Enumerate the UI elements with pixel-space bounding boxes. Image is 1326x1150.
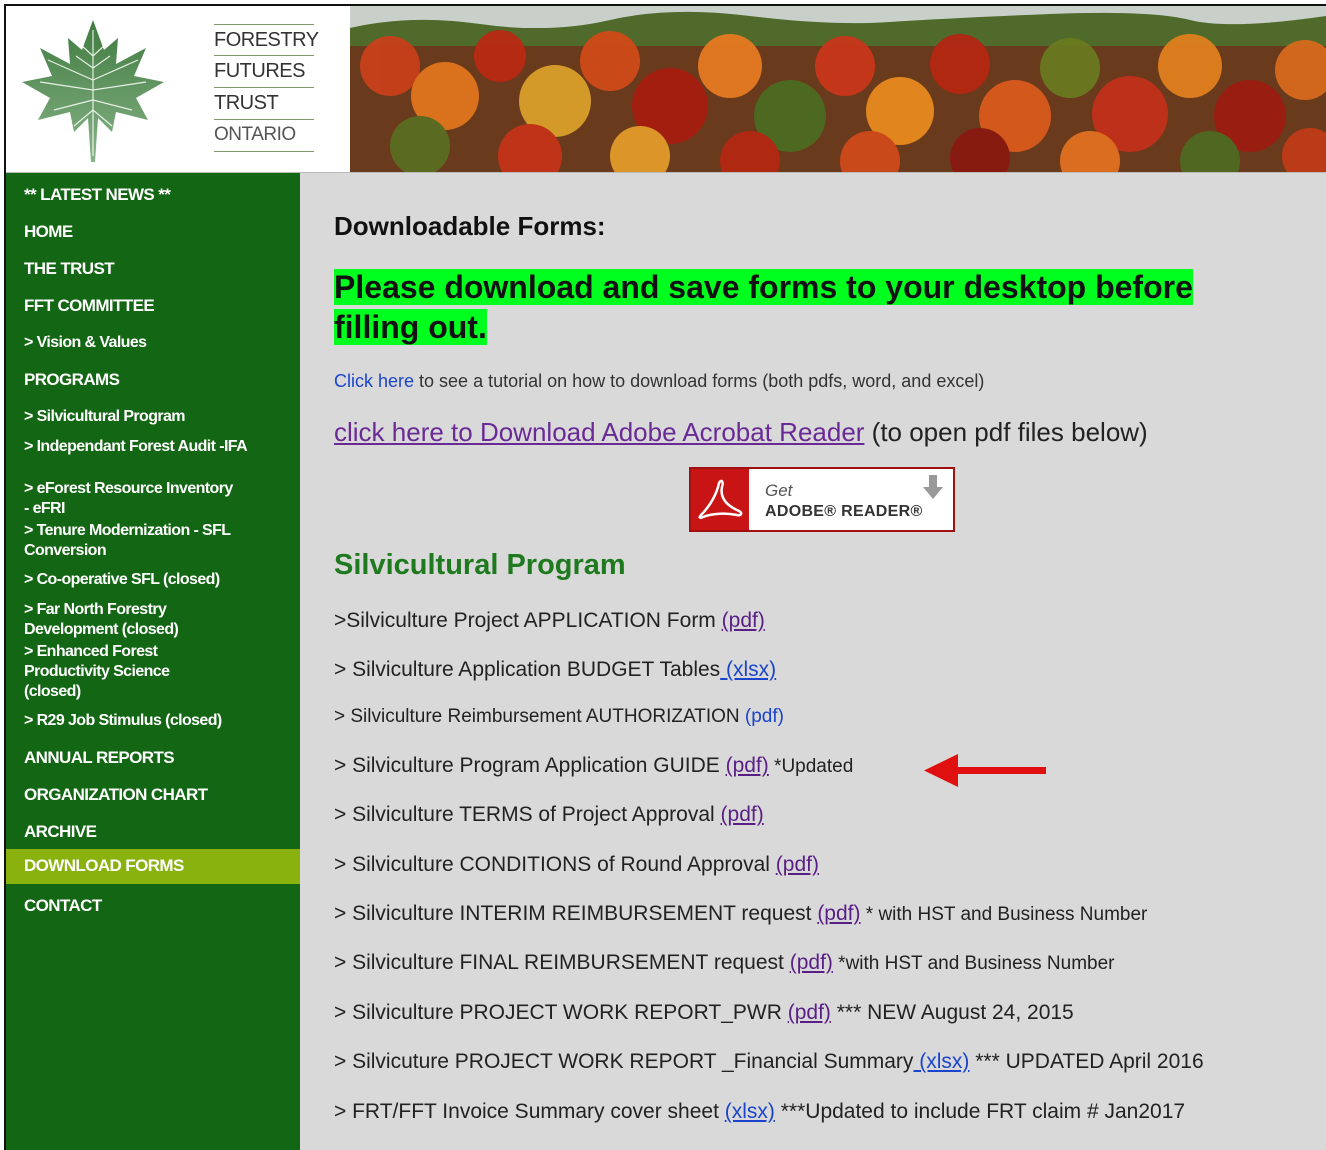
- nav-the-trust[interactable]: THE TRUST: [24, 259, 115, 279]
- adobe-reader-link[interactable]: click here to Download Adobe Acrobat Rea…: [334, 417, 864, 447]
- form-note: * with HST and Business Number: [860, 904, 1148, 925]
- form-pdf-link[interactable]: (pdf): [788, 1001, 831, 1024]
- tutorial-line: Click here to see a tutorial on how to d…: [334, 371, 984, 392]
- nav-enhanced-forest-productivity[interactable]: > Enhanced Forest Productivity Science (…: [24, 642, 224, 702]
- form-xlsx-link[interactable]: (xlsx): [720, 658, 776, 681]
- section-title: Silvicultural Program: [334, 549, 626, 581]
- nav-home[interactable]: HOME: [24, 222, 73, 242]
- form-row: > Silviculture TERMS of Project Approval…: [334, 803, 764, 827]
- form-row: > Silviculture CONDITIONS of Round Appro…: [334, 853, 819, 877]
- nav-silvicultural-program[interactable]: > Silvicultural Program: [24, 407, 186, 427]
- form-row: > Silviculture Application BUDGET Tables…: [334, 658, 776, 682]
- download-notice: Please download and save forms to your d…: [334, 267, 1244, 347]
- form-xlsx-link[interactable]: (xlsx): [913, 1050, 969, 1073]
- form-label: > Silviculture Program Application GUIDE: [334, 754, 726, 777]
- form-note: *** UPDATED April 2016: [969, 1050, 1204, 1073]
- form-label: > Silviculture PROJECT WORK REPORT_PWR: [334, 1001, 788, 1024]
- adobe-reader-note: (to open pdf files below): [864, 417, 1148, 447]
- adobe-logo-icon: [691, 469, 749, 530]
- nav-independent-forest-audit[interactable]: > Independant Forest Audit -IFA: [24, 437, 284, 457]
- form-row: > Silviculture INTERIM REIMBURSEMENT req…: [334, 902, 1147, 926]
- nav-annual-reports[interactable]: ANNUAL REPORTS: [24, 748, 175, 768]
- nav-cooperative-sfl[interactable]: > Co-operative SFL (closed): [24, 570, 220, 590]
- red-arrow-annotation: [924, 754, 1046, 787]
- logo-line: FUTURES: [214, 56, 314, 88]
- main-content: Downloadable Forms: Please download and …: [300, 173, 1326, 1150]
- form-label: > Silviculture Application BUDGET Tables: [334, 658, 721, 681]
- nav-tenure-modernization[interactable]: > Tenure Modernization - SFL Conversion: [24, 521, 260, 561]
- notice-text: Please download and save forms to your d…: [334, 269, 1193, 345]
- nav-programs[interactable]: PROGRAMS: [24, 370, 120, 390]
- form-row: > Silviculture Reimbursement AUTHORIZATI…: [334, 706, 784, 728]
- form-label: > FRT/FFT Invoice Summary cover sheet: [334, 1100, 725, 1123]
- download-arrow-icon: [923, 475, 943, 499]
- form-note: *Updated: [768, 756, 854, 777]
- adobe-badge-reader: ADOBE® READER®: [765, 503, 923, 520]
- logo-line: ONTARIO: [214, 120, 314, 152]
- nav-vision-values[interactable]: > Vision & Values: [24, 333, 147, 353]
- nav-organization-chart[interactable]: ORGANIZATION CHART: [24, 785, 208, 805]
- site-logo[interactable]: FORESTRY FUTURES TRUST ONTARIO: [6, 6, 350, 172]
- nav-far-north-forestry[interactable]: > Far North Forestry Development (closed…: [24, 600, 234, 640]
- nav-latest-news[interactable]: ** LATEST NEWS **: [24, 185, 171, 205]
- adobe-download-line: click here to Download Adobe Acrobat Rea…: [334, 417, 1148, 448]
- logo-line: FORESTRY: [214, 24, 319, 56]
- nav-download-forms-label: DOWNLOAD FORMS: [24, 856, 184, 875]
- form-pdf-link[interactable]: (pdf): [817, 902, 860, 925]
- logo-line: TRUST: [214, 88, 314, 120]
- form-row: > Silviculture Program Application GUIDE…: [334, 754, 853, 778]
- nav-download-forms[interactable]: DOWNLOAD FORMS: [6, 849, 300, 884]
- autumn-forest-banner: [350, 6, 1326, 172]
- form-label: > Silviculture CONDITIONS of Round Appro…: [334, 853, 776, 876]
- form-pdf-link[interactable]: (pdf): [726, 754, 769, 777]
- form-label: > Silviculture Reimbursement AUTHORIZATI…: [334, 706, 745, 727]
- get-adobe-reader-button[interactable]: Get ADOBE® READER®: [689, 467, 955, 532]
- nav-archive[interactable]: ARCHIVE: [24, 822, 97, 842]
- nav-contact[interactable]: CONTACT: [24, 896, 102, 916]
- nav-eforest-resource-inventory[interactable]: > eForest Resource Inventory - eFRI: [24, 479, 234, 519]
- form-note: *with HST and Business Number: [832, 953, 1115, 974]
- form-pdf-link[interactable]: (pdf): [790, 951, 833, 974]
- adobe-badge-get: Get: [765, 481, 793, 500]
- nav-fft-committee[interactable]: FFT COMMITTEE: [24, 296, 155, 316]
- tutorial-text: to see a tutorial on how to download for…: [414, 371, 985, 391]
- logo-wordmark: FORESTRY FUTURES TRUST ONTARIO: [214, 24, 319, 152]
- form-note: ***Updated to include FRT claim # Jan201…: [774, 1100, 1186, 1123]
- form-label: > Silvicuture PROJECT WORK REPORT _Finan…: [334, 1050, 914, 1073]
- tutorial-link[interactable]: Click here: [334, 371, 414, 391]
- sidebar-nav: ** LATEST NEWS ** HOME THE TRUST FFT COM…: [6, 173, 300, 1150]
- form-pdf-link[interactable]: (pdf): [776, 853, 819, 876]
- form-row: >Silviculture Project APPLICATION Form (…: [334, 609, 765, 633]
- site-header: FORESTRY FUTURES TRUST ONTARIO: [6, 6, 1326, 173]
- form-pdf-link[interactable]: (pdf): [722, 609, 765, 632]
- page-frame: FORESTRY FUTURES TRUST ONTARIO ** LATEST…: [4, 4, 1326, 1150]
- form-row: > Silvicuture PROJECT WORK REPORT _Finan…: [334, 1050, 1204, 1074]
- form-row: > Silviculture FINAL REIMBURSEMENT reque…: [334, 951, 1115, 975]
- nav-r29-job-stimulus[interactable]: > R29 Job Stimulus (closed): [24, 711, 222, 731]
- form-label: > Silviculture FINAL REIMBURSEMENT reque…: [334, 951, 790, 974]
- form-pdf-link[interactable]: (pdf): [745, 706, 784, 727]
- form-row: > FRT/FFT Invoice Summary cover sheet (x…: [334, 1100, 1185, 1124]
- form-xlsx-link[interactable]: (xlsx): [725, 1100, 775, 1123]
- form-label: >Silviculture Project APPLICATION Form: [334, 609, 722, 632]
- maple-leaf-icon: [22, 20, 164, 162]
- form-label: > Silviculture TERMS of Project Approval: [334, 803, 721, 826]
- page-title: Downloadable Forms:: [334, 211, 606, 241]
- form-label: > Silviculture INTERIM REIMBURSEMENT req…: [334, 902, 818, 925]
- form-pdf-link[interactable]: (pdf): [721, 803, 764, 826]
- form-row: > Silviculture PROJECT WORK REPORT_PWR (…: [334, 1001, 1074, 1025]
- form-note: *** NEW August 24, 2015: [830, 1001, 1074, 1024]
